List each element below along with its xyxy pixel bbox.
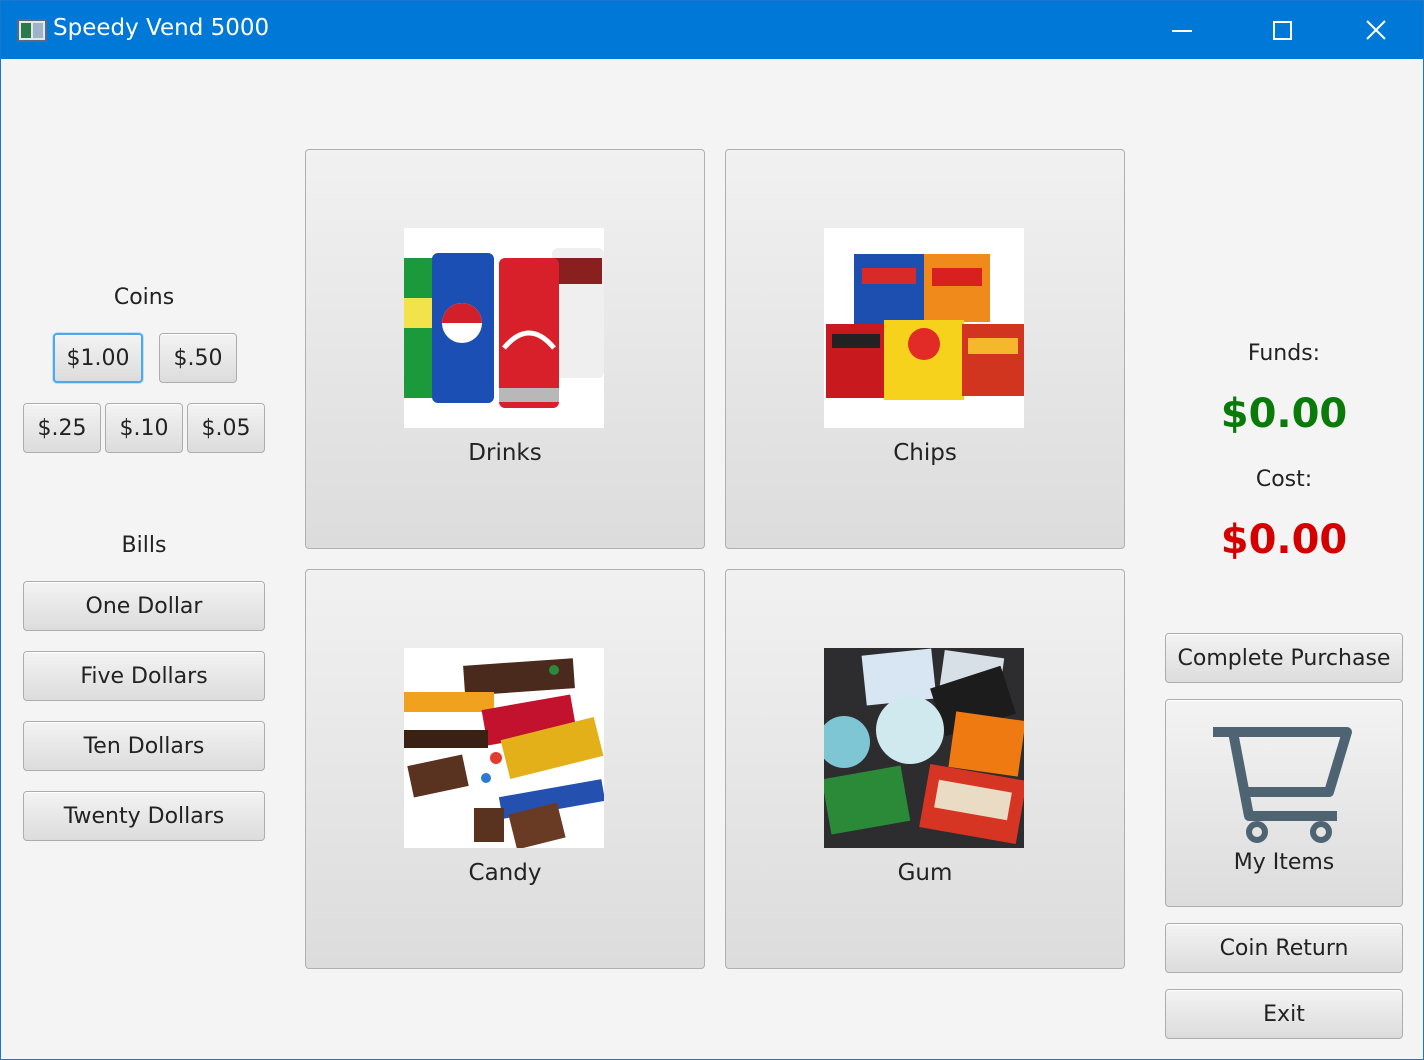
product-label-chips: Chips xyxy=(893,440,957,466)
product-tile-chips[interactable]: Chips xyxy=(725,149,1125,549)
candy-bars-image xyxy=(404,648,604,848)
coins-heading: Coins xyxy=(113,285,175,310)
coin-return-button[interactable]: Coin Return xyxy=(1165,923,1403,973)
maximize-icon xyxy=(1273,21,1292,40)
product-label-gum: Gum xyxy=(897,860,953,886)
client-area: Coins $1.00 $.50 $.25 $.10 $.05 Bills On… xyxy=(1,59,1423,1059)
app-window: Speedy Vend 5000 Coins $1.00 $.50 $.25 $… xyxy=(0,0,1424,1060)
product-label-candy: Candy xyxy=(468,860,542,886)
coin-one-dollar-button[interactable]: $1.00 xyxy=(53,333,143,383)
funds-value: $0.00 xyxy=(1220,391,1348,437)
bill-five-dollars-button[interactable]: Five Dollars xyxy=(23,651,265,701)
bill-twenty-dollars-button[interactable]: Twenty Dollars xyxy=(23,791,265,841)
window-title: Speedy Vend 5000 xyxy=(53,15,270,41)
coin-nickel-button[interactable]: $.05 xyxy=(187,403,265,453)
exit-button[interactable]: Exit xyxy=(1165,989,1403,1039)
my-items-label: My Items xyxy=(1233,850,1335,875)
coin-dime-button[interactable]: $.10 xyxy=(105,403,183,453)
cost-value: $0.00 xyxy=(1220,517,1348,563)
title-bar[interactable]: Speedy Vend 5000 xyxy=(1,1,1423,59)
shopping-cart-icon xyxy=(1213,727,1352,843)
product-tile-gum[interactable]: Gum xyxy=(725,569,1125,969)
funds-label: Funds: xyxy=(1247,341,1321,366)
coin-fifty-cents-button[interactable]: $.50 xyxy=(159,333,237,383)
bill-ten-dollars-button[interactable]: Ten Dollars xyxy=(23,721,265,771)
minimize-button[interactable] xyxy=(1147,1,1217,59)
maximize-button[interactable] xyxy=(1247,1,1317,59)
product-tile-candy[interactable]: Candy xyxy=(305,569,705,969)
chip-bags-image xyxy=(824,228,1024,428)
close-icon xyxy=(1366,20,1386,40)
gum-packs-image xyxy=(824,648,1024,848)
cost-label: Cost: xyxy=(1255,467,1313,492)
soda-cans-image xyxy=(404,228,604,428)
app-icon xyxy=(17,19,47,42)
product-tile-drinks[interactable]: Drinks xyxy=(305,149,705,549)
product-label-drinks: Drinks xyxy=(468,440,542,466)
close-button[interactable] xyxy=(1341,1,1411,59)
bills-heading: Bills xyxy=(121,533,167,558)
my-items-button[interactable]: My Items xyxy=(1165,699,1403,907)
minimize-icon xyxy=(1172,30,1192,32)
complete-purchase-button[interactable]: Complete Purchase xyxy=(1165,633,1403,683)
coin-quarter-button[interactable]: $.25 xyxy=(23,403,101,453)
bill-one-dollar-button[interactable]: One Dollar xyxy=(23,581,265,631)
